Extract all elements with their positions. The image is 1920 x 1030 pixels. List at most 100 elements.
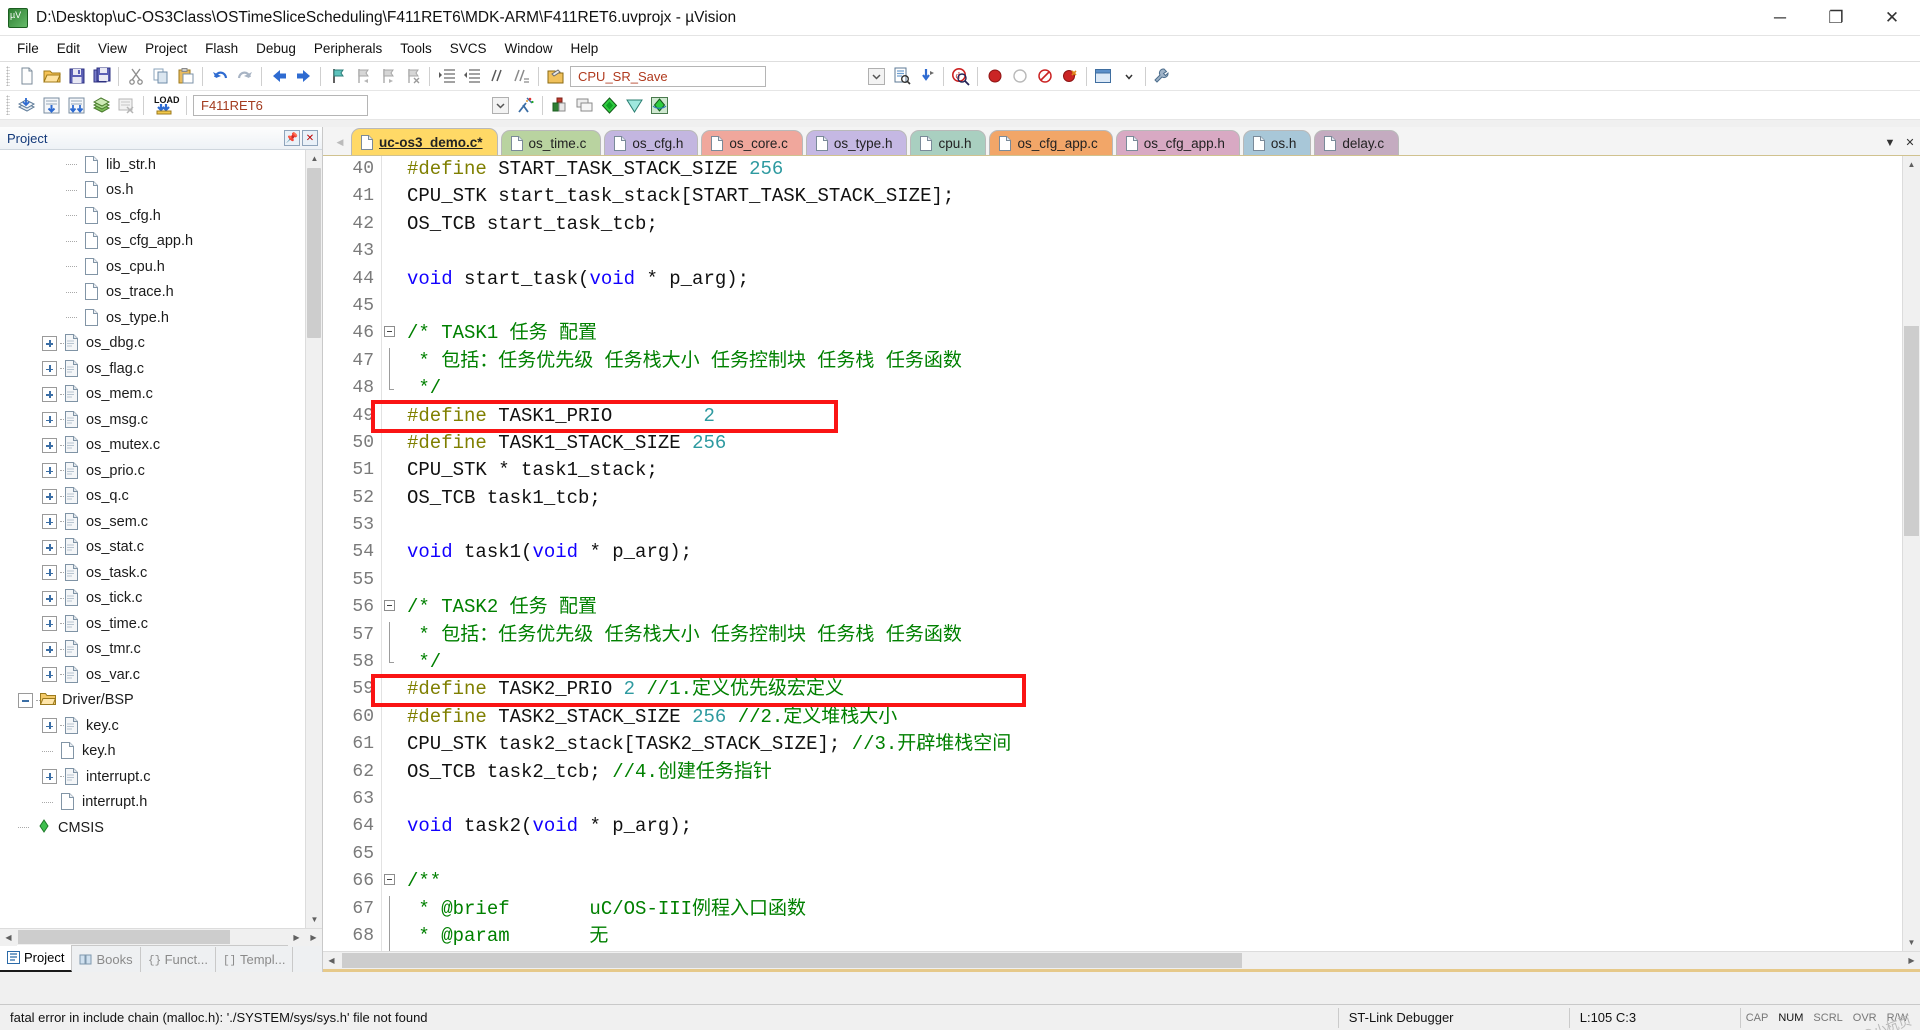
menu-debug[interactable]: Debug	[247, 38, 305, 59]
editor-tab[interactable]: os_cfg_app.c	[989, 130, 1113, 155]
menu-view[interactable]: View	[89, 38, 136, 59]
tree-item[interactable]: os_mem.c	[0, 382, 305, 408]
tree-expand-icon[interactable]	[42, 514, 57, 530]
scroll-right-icon[interactable]: ▶	[288, 929, 305, 946]
menu-svcs[interactable]: SVCS	[441, 38, 496, 59]
maximize-button[interactable]: ❐	[1808, 0, 1864, 36]
bookmark-prev-icon[interactable]	[350, 64, 375, 89]
bookmark-toggle-icon[interactable]	[325, 64, 350, 89]
tree-expand-icon[interactable]	[42, 463, 57, 479]
code-text[interactable]: * 包括：任务优先级 任务栈大小 任务控制块 任务栈 任务函数	[398, 348, 1902, 375]
tree-expand-icon[interactable]	[42, 412, 57, 428]
code-line[interactable]: 58 */	[323, 649, 1902, 677]
tree-expand-icon[interactable]	[42, 335, 57, 351]
functions-tab[interactable]: {} Funct...	[141, 947, 216, 972]
tree-item[interactable]: os_prio.c	[0, 458, 305, 484]
tree-item[interactable]: os_var.c	[0, 662, 305, 688]
kill-all-breakpoints-icon[interactable]	[1057, 64, 1082, 89]
code-editor[interactable]: 40 #define START_TASK_STACK_SIZE 256 41 CPU…	[323, 156, 1920, 951]
insert-file-icon[interactable]	[914, 64, 939, 89]
tree-item[interactable]: os_tmr.c	[0, 637, 305, 663]
code-text[interactable]: */	[398, 375, 1902, 402]
tree-item[interactable]: os.h	[0, 178, 305, 204]
save-all-icon[interactable]	[89, 64, 114, 89]
find-in-files-icon[interactable]	[889, 64, 914, 89]
tree-item[interactable]: os_time.c	[0, 611, 305, 637]
fold-column[interactable]	[381, 785, 398, 814]
fold-column[interactable]	[381, 210, 398, 239]
tree-expand-icon[interactable]	[42, 437, 57, 453]
fold-column[interactable]	[381, 183, 398, 211]
manage-project-items-icon[interactable]	[572, 93, 597, 118]
fold-column[interactable]	[381, 922, 398, 951]
fold-column[interactable]	[381, 868, 398, 896]
fold-column[interactable]	[381, 731, 398, 759]
tree-item[interactable]: os_flag.c	[0, 356, 305, 382]
fold-column[interactable]	[381, 840, 398, 869]
scroll-left-icon[interactable]: ◀	[0, 928, 17, 946]
tree-item[interactable]: os_cfg.h	[0, 203, 305, 229]
tree-item[interactable]: os_q.c	[0, 484, 305, 510]
editor-tab[interactable]: uc-os3_demo.c*	[351, 128, 498, 155]
build-icon[interactable]	[39, 93, 64, 118]
toolbar-grip[interactable]	[6, 66, 10, 86]
fold-toggle-icon[interactable]	[384, 599, 395, 611]
code-line[interactable]: 61 CPU_STK task2_stack[TASK2_STACK_SIZE];…	[323, 731, 1902, 759]
find-combo-value[interactable]: CPU_SR_Save	[571, 69, 765, 84]
indent-decrease-icon[interactable]	[459, 64, 484, 89]
project-tree[interactable]: lib_str.h os.h os_cfg.h os_cfg_app.h os_cpu.…	[0, 150, 305, 928]
code-line[interactable]: 65	[323, 840, 1902, 869]
code-line[interactable]: 51 CPU_STK * task1_stack;	[323, 457, 1902, 485]
tree-collapse-icon[interactable]	[18, 692, 33, 708]
code-text[interactable]: CPU_STK start_task_stack[START_TASK_STAC…	[398, 183, 1902, 210]
start-debug-icon[interactable]: d	[948, 64, 973, 89]
editor-tab[interactable]: os.h	[1242, 130, 1312, 155]
editor-tab[interactable]: os_time.c	[500, 130, 602, 155]
copy-icon[interactable]	[148, 64, 173, 89]
redo-icon[interactable]	[232, 64, 257, 89]
tree-item[interactable]: os_stat.c	[0, 535, 305, 561]
tree-expand-icon[interactable]	[42, 488, 57, 504]
tree-expand-icon[interactable]	[42, 718, 57, 734]
code-scroll-left-icon[interactable]: ◀	[323, 952, 340, 969]
editor-tab[interactable]: os_cfg_app.h	[1115, 130, 1240, 155]
close-button[interactable]: ✕	[1864, 0, 1920, 36]
tree-item[interactable]: os_mutex.c	[0, 433, 305, 459]
code-lines[interactable]: 40 #define START_TASK_STACK_SIZE 256 41 CPU…	[323, 156, 1902, 951]
pack-installer-icon[interactable]	[647, 93, 672, 118]
paste-icon[interactable]	[173, 64, 198, 89]
code-line[interactable]: 46 /* TASK1 任务 配置	[323, 320, 1902, 348]
code-text[interactable]: void task1(void * p_arg);	[398, 539, 1902, 566]
fold-column[interactable]	[381, 512, 398, 540]
close-icon[interactable]: ✕	[302, 130, 318, 146]
tree-expand-icon[interactable]	[42, 667, 57, 683]
code-line[interactable]: 40 #define START_TASK_STACK_SIZE 256	[323, 156, 1902, 184]
code-text[interactable]: void start_task(void * p_arg);	[398, 266, 1902, 293]
fold-column[interactable]	[381, 347, 398, 376]
scroll-up-icon[interactable]: ▲	[306, 150, 322, 167]
fold-column[interactable]	[381, 813, 398, 841]
menu-tools[interactable]: Tools	[391, 38, 441, 59]
tab-list-dropdown-icon[interactable]: ▼	[1880, 130, 1900, 155]
editor-tab[interactable]: cpu.h	[910, 130, 987, 155]
tree-item[interactable]: interrupt.c	[0, 764, 305, 790]
code-text[interactable]: /* TASK2 任务 配置	[398, 594, 1902, 621]
code-line[interactable]: 55	[323, 566, 1902, 595]
code-line[interactable]: 68 * @param 无	[323, 922, 1902, 951]
fold-column[interactable]	[381, 320, 398, 348]
project-tree-vscrollbar[interactable]: ▲ ▼	[305, 150, 322, 928]
code-text[interactable]: * @param 无	[398, 923, 1902, 950]
cut-icon[interactable]	[123, 64, 148, 89]
code-line[interactable]: 66 /**	[323, 868, 1902, 896]
code-line[interactable]: 59 #define TASK2_PRIO 2 //1.定义优先级宏定义	[323, 676, 1902, 704]
code-text[interactable]: /**	[398, 868, 1902, 895]
fold-column[interactable]	[381, 457, 398, 485]
editor-tab[interactable]: os_core.c	[701, 130, 803, 155]
window-layout-dropdown-icon[interactable]	[1116, 64, 1141, 89]
editor-tab[interactable]: delay.c	[1314, 130, 1400, 155]
scroll-down-icon[interactable]: ▼	[306, 911, 322, 928]
tree-expand-icon[interactable]	[42, 590, 57, 606]
fold-toggle-icon[interactable]	[384, 873, 395, 885]
tree-expand-icon[interactable]	[42, 361, 57, 377]
fold-column[interactable]	[381, 265, 398, 293]
